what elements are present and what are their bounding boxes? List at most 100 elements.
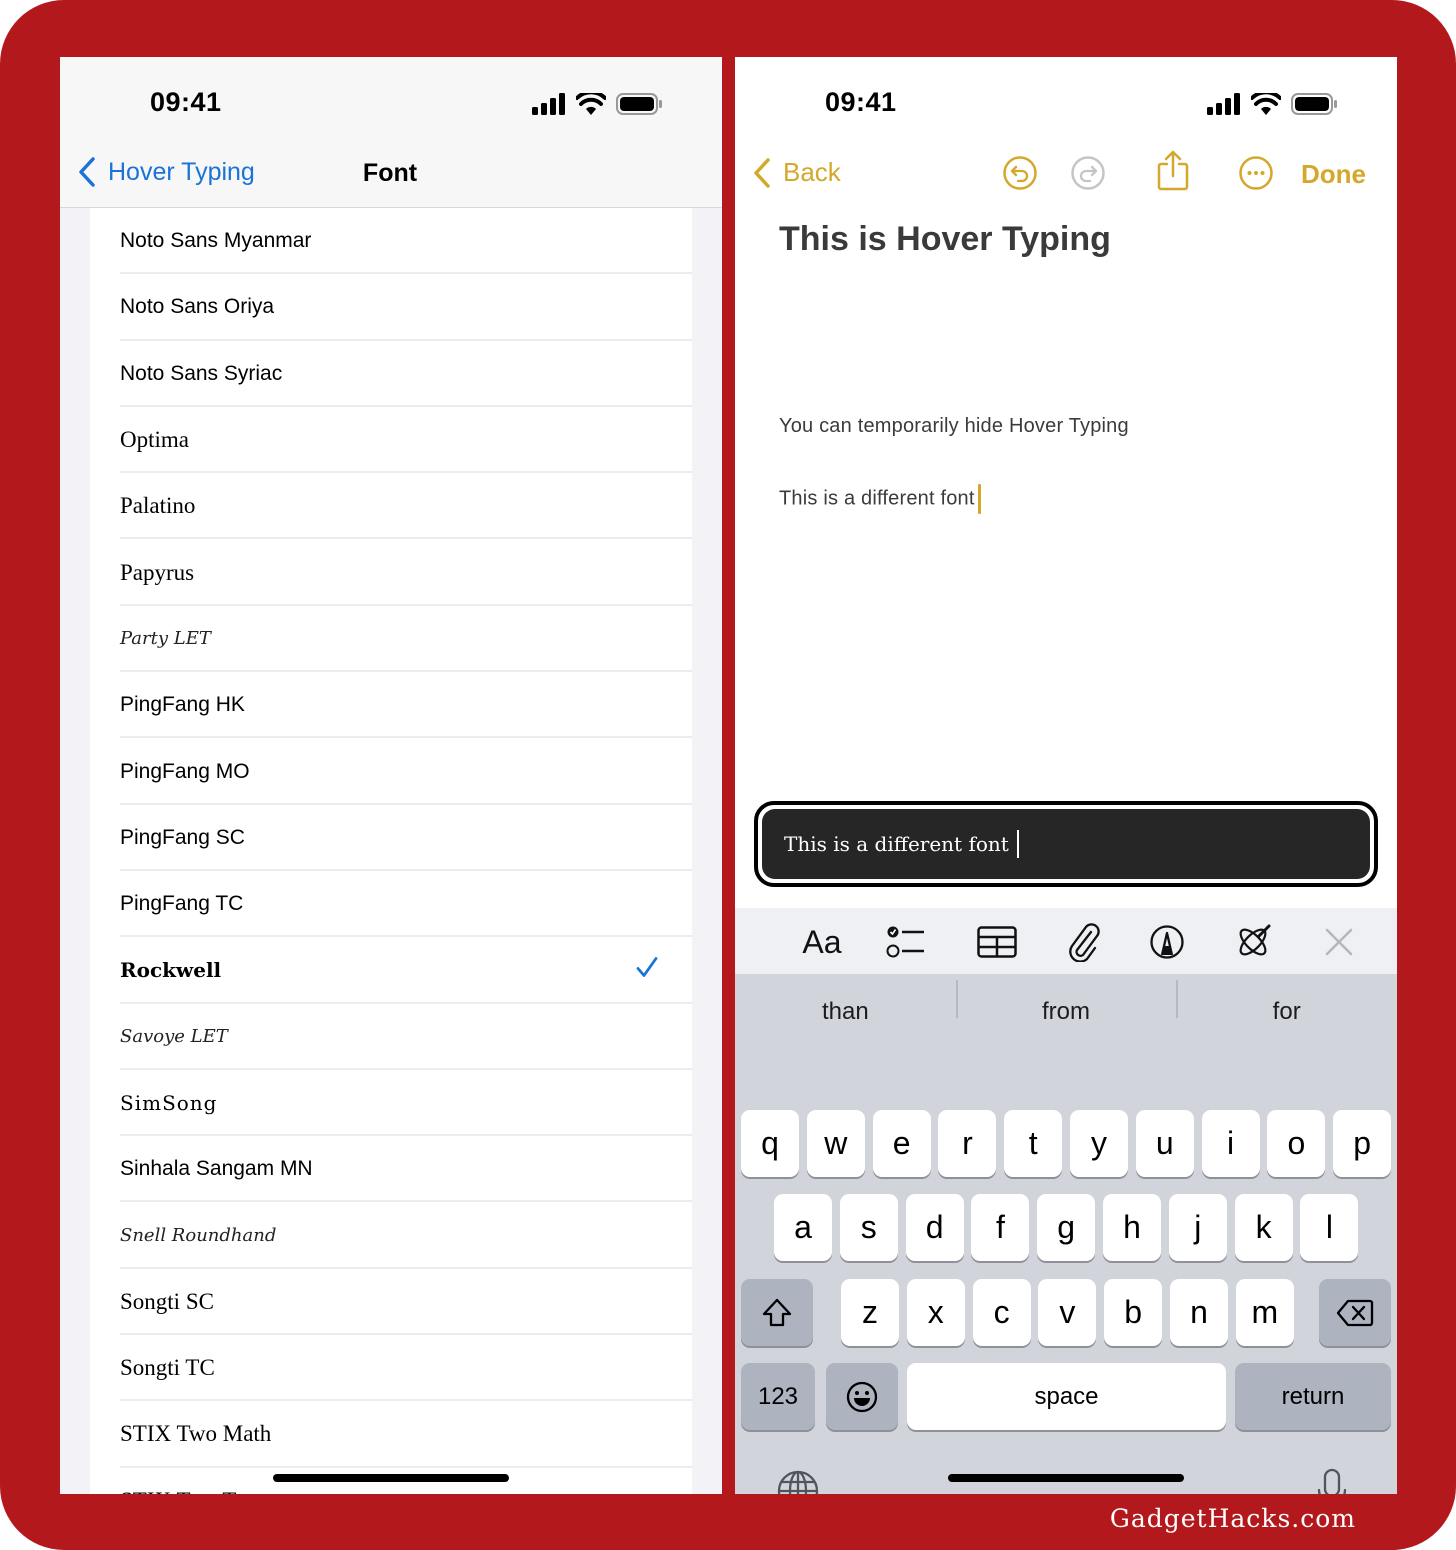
key-h[interactable]: h bbox=[1103, 1194, 1161, 1261]
font-option[interactable]: Optima bbox=[90, 407, 692, 474]
font-option[interactable]: PingFang SC bbox=[90, 805, 692, 872]
font-option-label: Rockwell bbox=[120, 958, 222, 983]
key-j[interactable]: j bbox=[1168, 1194, 1227, 1261]
attachment-button[interactable] bbox=[1062, 920, 1106, 964]
numbers-key[interactable]: 123 bbox=[741, 1363, 815, 1430]
font-option[interactable]: Noto Sans Syriac bbox=[90, 341, 692, 408]
font-option[interactable]: Snell Roundhand bbox=[90, 1202, 692, 1270]
font-option[interactable]: Sinhala Sangam MN bbox=[90, 1136, 692, 1203]
font-option[interactable]: Noto Sans Myanmar bbox=[90, 208, 692, 275]
notes-screen: 09:41 Back Done This is Hover Typing You… bbox=[735, 57, 1397, 1494]
suggestion-item[interactable]: than bbox=[735, 998, 956, 1026]
share-icon[interactable] bbox=[1156, 149, 1190, 196]
checklist-button[interactable] bbox=[884, 920, 928, 964]
microphone-icon[interactable] bbox=[1315, 1468, 1349, 1494]
emoji-key[interactable] bbox=[826, 1363, 898, 1430]
return-key[interactable]: return bbox=[1235, 1363, 1391, 1430]
shift-key[interactable] bbox=[741, 1279, 813, 1346]
format-toolbar: Aa bbox=[735, 908, 1397, 974]
font-option[interactable]: Songti TC bbox=[90, 1335, 692, 1402]
key-z[interactable]: z bbox=[841, 1279, 899, 1346]
note-title[interactable]: This is Hover Typing bbox=[779, 220, 1111, 259]
font-option[interactable]: PingFang MO bbox=[90, 738, 692, 805]
font-option[interactable]: SimSong bbox=[90, 1070, 692, 1137]
space-key[interactable]: space bbox=[907, 1363, 1226, 1430]
back-button[interactable]: Back bbox=[753, 157, 841, 188]
key-r[interactable]: r bbox=[938, 1110, 997, 1177]
key-k[interactable]: k bbox=[1234, 1194, 1293, 1261]
key-s[interactable]: s bbox=[839, 1194, 898, 1261]
key-x[interactable]: x bbox=[906, 1279, 965, 1346]
note-body-line[interactable]: This is a different font bbox=[779, 484, 981, 514]
font-option-label: PingFang TC bbox=[120, 892, 244, 916]
font-option-label: Noto Sans Syriac bbox=[120, 361, 283, 385]
cellular-signal-icon bbox=[532, 93, 566, 115]
font-option[interactable]: STIX Two Math bbox=[90, 1401, 692, 1468]
key-d[interactable]: d bbox=[905, 1194, 964, 1261]
navigation-bar: 09:41 Hover Typing Font bbox=[60, 57, 722, 208]
key-b[interactable]: b bbox=[1104, 1279, 1163, 1346]
key-e[interactable]: e bbox=[872, 1110, 931, 1177]
markup-button[interactable] bbox=[1145, 920, 1189, 964]
more-icon[interactable] bbox=[1238, 155, 1274, 196]
key-p[interactable]: p bbox=[1333, 1110, 1392, 1177]
font-option[interactable]: PingFang HK bbox=[90, 672, 692, 739]
font-option[interactable]: Palatino bbox=[90, 473, 692, 540]
apple-intelligence-button[interactable] bbox=[1231, 920, 1275, 964]
chevron-left-icon bbox=[754, 157, 770, 188]
home-indicator[interactable] bbox=[273, 1474, 509, 1482]
back-label: Back bbox=[783, 157, 841, 187]
key-u[interactable]: u bbox=[1135, 1110, 1194, 1177]
font-option-label: Songti SC bbox=[120, 1288, 214, 1314]
undo-icon[interactable] bbox=[1002, 155, 1038, 196]
key-n[interactable]: n bbox=[1170, 1279, 1228, 1346]
close-format-bar-button[interactable] bbox=[1317, 920, 1361, 964]
cellular-signal-icon bbox=[1207, 93, 1241, 115]
attachment-icon bbox=[1069, 923, 1100, 962]
font-option[interactable]: Papyrus bbox=[90, 539, 692, 607]
key-l[interactable]: l bbox=[1300, 1194, 1359, 1261]
redo-icon[interactable] bbox=[1070, 155, 1106, 196]
font-option[interactable]: Savoye LET bbox=[90, 1004, 692, 1071]
globe-icon[interactable] bbox=[777, 1470, 819, 1494]
note-body-line[interactable]: You can temporarily hide Hover Typing bbox=[779, 415, 1129, 438]
font-option-label: STIX Two Text bbox=[120, 1488, 263, 1494]
delete-key[interactable] bbox=[1319, 1279, 1391, 1346]
font-option[interactable]: PingFang TC bbox=[90, 871, 692, 938]
key-w[interactable]: w bbox=[806, 1110, 865, 1177]
key-m[interactable]: m bbox=[1235, 1279, 1294, 1346]
key-v[interactable]: v bbox=[1038, 1279, 1097, 1346]
font-option[interactable]: Noto Sans Oriya bbox=[90, 274, 692, 341]
hover-typing-cursor bbox=[1016, 830, 1019, 858]
key-c[interactable]: c bbox=[972, 1279, 1031, 1346]
table-icon bbox=[977, 926, 1017, 958]
key-a[interactable]: a bbox=[774, 1194, 832, 1261]
watermark: GadgetHacks.com bbox=[1109, 1504, 1356, 1533]
font-option-label: Party LET bbox=[120, 628, 211, 650]
key-g[interactable]: g bbox=[1037, 1194, 1096, 1261]
font-option[interactable]: Rockwell bbox=[90, 937, 692, 1004]
status-time: 09:41 bbox=[825, 87, 897, 117]
hover-typing-text: This is a different font bbox=[784, 832, 1009, 856]
key-f[interactable]: f bbox=[971, 1194, 1030, 1261]
home-indicator[interactable] bbox=[948, 1474, 1184, 1482]
settings-font-screen: 09:41 Hover Typing Font Noto Sans Myanma… bbox=[60, 57, 722, 1494]
key-y[interactable]: y bbox=[1070, 1110, 1128, 1177]
font-option[interactable]: Songti SC bbox=[90, 1269, 692, 1336]
key-i[interactable]: i bbox=[1201, 1110, 1260, 1177]
font-option-label: Snell Roundhand bbox=[120, 1225, 277, 1247]
key-q[interactable]: q bbox=[741, 1110, 799, 1177]
suggestion-item[interactable]: from bbox=[955, 980, 1177, 1026]
text-format-button[interactable]: Aa bbox=[795, 920, 849, 964]
checkmark-icon bbox=[636, 957, 658, 984]
font-option[interactable]: Party LET bbox=[90, 606, 692, 673]
key-t[interactable]: t bbox=[1004, 1110, 1063, 1177]
key-o[interactable]: o bbox=[1267, 1110, 1326, 1177]
font-option-label: SimSong bbox=[120, 1091, 218, 1115]
text-format-icon: Aa bbox=[802, 923, 842, 960]
done-button[interactable]: Done bbox=[1301, 159, 1366, 190]
battery-icon bbox=[1291, 93, 1337, 115]
table-button[interactable] bbox=[975, 920, 1019, 964]
predictive-text-bar: than from for bbox=[735, 974, 1397, 1050]
suggestion-item[interactable]: for bbox=[1176, 980, 1397, 1026]
